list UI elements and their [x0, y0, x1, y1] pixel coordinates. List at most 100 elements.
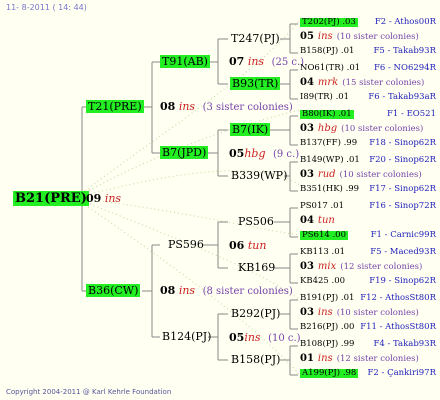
- gen1-queen-1[interactable]: T21(PRE): [86, 100, 144, 113]
- gen2-race-2: hbg: [244, 147, 266, 160]
- gen3-queen-6[interactable]: KB169: [238, 262, 275, 273]
- gen4-breeder: F5 - Maced93R: [370, 247, 436, 257]
- gen4-note: (12 sister colonies): [336, 354, 419, 364]
- gen4-note: (12 sister colonies): [340, 262, 423, 272]
- gen4-queen[interactable]: I89(TR) .01: [300, 93, 349, 102]
- gen4-race: ins: [317, 307, 333, 318]
- gen4-race: tun: [317, 215, 335, 226]
- gen4-queen[interactable]: NO61(TR) .01: [300, 64, 360, 73]
- gen2-note-2: (9 c.): [272, 149, 300, 160]
- gen4-breeder: F6 - NO6294R: [373, 63, 436, 73]
- gen3-queen-2[interactable]: B93(TR): [230, 77, 281, 90]
- gen2-info-4: 05ins (10 c.): [229, 332, 301, 344]
- gen4-info: 03 hbg (10 sister colonies): [300, 124, 423, 134]
- gen4-race: ins: [317, 31, 333, 42]
- gen4-breeder: F18 - Sinop62R: [369, 138, 436, 148]
- gen4-queen[interactable]: B191(PJ) .01: [300, 294, 354, 303]
- root-queen[interactable]: B21(PRE): [13, 191, 89, 206]
- gen1-race-1: ins: [178, 100, 196, 113]
- gen4-queen[interactable]: A199(PJ) .98: [300, 369, 359, 378]
- gen4-breeder: F19 - Sinop62R: [369, 276, 436, 286]
- gen2-info-2: 05hbg (9 c.): [229, 148, 299, 160]
- gen4-queen[interactable]: B216(PJ) .00: [300, 323, 354, 332]
- gen4-queen[interactable]: KB113 .01: [300, 248, 345, 257]
- gen4-breeder: F6 - Takab93aR: [368, 92, 436, 102]
- gen4-race: mrk: [317, 77, 339, 88]
- gen4-breeder: F4 - Takab93R: [373, 339, 436, 349]
- gen4-year: 01: [300, 353, 314, 364]
- gen1-queen-2[interactable]: B36(CW): [86, 284, 141, 297]
- gen4-queen[interactable]: B149(WP) .01: [300, 156, 360, 165]
- gen4-queen[interactable]: T202(PJ) .03: [300, 18, 358, 27]
- gen2-queen-4[interactable]: B124(PJ): [162, 331, 211, 342]
- gen2-race-3: tun: [247, 239, 267, 252]
- gen4-breeder: F12 - AthosSt80R: [360, 293, 436, 303]
- gen3-queen-1[interactable]: T247(PJ): [231, 33, 280, 44]
- gen4-race: ins: [317, 353, 333, 364]
- gen4-queen[interactable]: PS017 .01: [300, 202, 344, 211]
- gen4-year: 03: [300, 261, 314, 272]
- date-header: 11- 8-2011 ( 14: 44): [6, 3, 87, 12]
- gen4-year: 03: [300, 307, 314, 318]
- gen4-note: (10 sister colonies): [339, 170, 422, 180]
- gen2-year-2: 05: [229, 147, 245, 160]
- gen4-info: 03 rud (10 sister colonies): [300, 170, 422, 180]
- gen4-queen[interactable]: B80(IK) .01: [300, 110, 354, 119]
- gen1-year-1: 08: [160, 100, 176, 113]
- gen2-race-4: ins: [244, 331, 261, 344]
- gen3-queen-5[interactable]: PS506: [238, 216, 274, 227]
- gen2-race-1: ins: [247, 55, 265, 68]
- gen3-queen-4[interactable]: B339(WP): [231, 170, 287, 181]
- gen4-note: (10 sister colonies): [336, 308, 419, 318]
- gen2-year-3: 06: [229, 239, 245, 252]
- gen4-info: 01 ins (12 sister colonies): [300, 354, 419, 364]
- gen4-breeder: F5 - Takab93R: [373, 46, 436, 56]
- gen2-note-4: (10 c.): [268, 333, 301, 344]
- gen1-note-2: (8 sister colonies): [202, 286, 293, 297]
- gen4-queen[interactable]: B137(FF) .99: [300, 139, 357, 148]
- root-info: 09 ins: [86, 193, 121, 204]
- gen4-note: (15 sister colonies): [342, 78, 425, 88]
- gen4-year: 04: [300, 77, 314, 88]
- gen4-race: hbg: [317, 123, 338, 134]
- gen4-breeder: F20 - Sinop62R: [369, 155, 436, 165]
- gen2-info-3: 06 tun: [229, 240, 266, 251]
- gen1-note-1: (3 sister colonies): [202, 102, 293, 113]
- gen3-queen-8[interactable]: B158(PJ): [231, 354, 280, 365]
- gen4-year: 03: [300, 169, 314, 180]
- gen2-year-4: 05: [229, 331, 245, 344]
- gen1-year-2: 08: [160, 284, 176, 297]
- root-race: ins: [104, 192, 122, 205]
- root-year: 09: [86, 192, 102, 205]
- gen4-queen[interactable]: B351(HK) .99: [300, 185, 359, 194]
- gen4-queen[interactable]: PS614 .00: [300, 231, 348, 240]
- pedigree-canvas: 11- 8-2011 ( 14: 44) Copyright 2004-2011…: [0, 0, 440, 400]
- gen4-info: 04 mrk (15 sister colonies): [300, 78, 424, 88]
- gen4-breeder: F11 - AthosSt80R: [360, 322, 436, 332]
- gen2-year-1: 07: [229, 55, 245, 68]
- gen4-breeder: F16 - Sinop72R: [369, 201, 436, 211]
- gen3-queen-3[interactable]: B7(IK): [230, 123, 271, 136]
- gen4-race: rud: [317, 169, 336, 180]
- gen2-queen-3[interactable]: PS596: [168, 239, 204, 250]
- gen4-breeder: F1 - Carnic99R: [370, 230, 436, 240]
- gen4-year: 04: [300, 215, 314, 226]
- gen4-year: 05: [300, 31, 314, 42]
- gen4-breeder: F2 - Athos00R: [374, 17, 436, 27]
- gen4-note: (10 sister colonies): [341, 124, 424, 134]
- gen2-queen-2[interactable]: B7(JPD): [160, 146, 209, 159]
- gen1-info-2: 08 ins (8 sister colonies): [160, 285, 293, 297]
- gen4-queen[interactable]: B108(PJ) .99: [300, 340, 354, 349]
- gen3-queen-7[interactable]: B292(PJ): [231, 308, 280, 319]
- copyright-footer: Copyright 2004-2011 @ Karl Kehrle Founda…: [6, 388, 172, 396]
- gen4-race: mix: [317, 261, 337, 272]
- gen2-info-1: 07 ins (25 c.): [229, 56, 304, 68]
- gen4-info: 04 tun: [300, 216, 339, 226]
- gen4-breeder: F2 - Çankiri97R: [367, 368, 437, 378]
- gen4-queen[interactable]: KB425 .00: [300, 277, 345, 286]
- gen1-info-1: 08 ins (3 sister colonies): [160, 101, 293, 113]
- gen2-queen-1[interactable]: T91(AB): [160, 55, 210, 68]
- gen4-year: 03: [300, 123, 314, 134]
- gen4-queen[interactable]: B158(PJ) .01: [300, 47, 354, 56]
- gen4-breeder: F1 - EO521: [387, 109, 436, 119]
